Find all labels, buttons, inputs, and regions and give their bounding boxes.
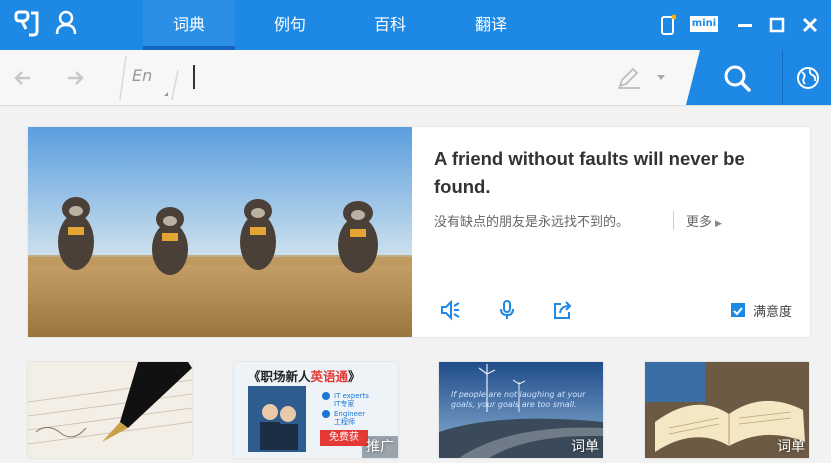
search-input[interactable]	[186, 60, 606, 96]
thumbnail-card-book[interactable]: 词单	[645, 362, 809, 458]
motivational-quote: If people are not laughing at your goals…	[451, 390, 586, 409]
close-icon[interactable]	[799, 14, 821, 36]
search-button[interactable]	[686, 50, 782, 105]
globe-icon	[797, 67, 819, 89]
thumbnail-tag: 词单	[571, 439, 599, 455]
more-link[interactable]: 更多 ▶	[673, 211, 722, 230]
tab-translate[interactable]: 翻译	[445, 0, 537, 50]
ad-label: 工程师	[334, 418, 355, 426]
thumbnail-tag: 词单	[777, 439, 805, 455]
tab-dictionary[interactable]: 词典	[143, 0, 235, 50]
thumbnail-card-ad[interactable]: 《职场新人英语通》 IT experts IT专家 Engineer 工程师 免…	[234, 362, 398, 458]
pen-icon[interactable]	[616, 66, 642, 90]
dropdown-arrow-icon[interactable]	[656, 74, 666, 82]
text-cursor	[193, 65, 195, 89]
share-icon[interactable]	[552, 299, 574, 321]
fountain-pen-image	[28, 362, 192, 458]
speaker-icon[interactable]	[439, 299, 461, 321]
globe-button[interactable]	[782, 50, 831, 105]
tab-examples[interactable]: 例句	[244, 0, 336, 50]
quote-chinese: 没有缺点的朋友是永远找不到的。	[434, 215, 630, 230]
more-link-label: 更多	[686, 215, 713, 230]
phone-icon[interactable]	[660, 14, 676, 36]
user-icon[interactable]	[54, 10, 78, 36]
forward-arrow-icon[interactable]	[64, 67, 86, 89]
daily-sentence-card: A friend without faults will never be fo…	[28, 127, 810, 337]
satisfaction-label: 满意度	[753, 305, 793, 320]
back-arrow-icon[interactable]	[12, 67, 34, 89]
dogs-running-photo	[28, 127, 412, 337]
chevron-right-icon: ▶	[715, 219, 722, 229]
mini-mode-button[interactable]: mini	[690, 16, 718, 32]
maximize-icon[interactable]	[766, 14, 788, 36]
thumbnail-card-road[interactable]: If people are not laughing at your goals…	[439, 362, 603, 458]
thumbnail-card-pen[interactable]	[28, 362, 192, 458]
logo-icon	[14, 10, 39, 37]
source-language-label: En	[132, 66, 153, 85]
title-bar: 词典 例句 百科 翻译 mini	[0, 0, 831, 50]
thumbnail-tag: 推广	[366, 439, 394, 455]
ad-free-button[interactable]: 免费获	[320, 430, 368, 446]
microphone-icon[interactable]	[496, 299, 518, 321]
minimize-icon[interactable]	[734, 14, 756, 36]
ad-title: 《职场新人英语通》	[248, 369, 361, 384]
tab-encyclopedia[interactable]: 百科	[344, 0, 436, 50]
ad-label: IT专家	[334, 400, 355, 408]
ad-label: Engineer	[334, 410, 366, 418]
ad-label: IT experts	[334, 392, 369, 400]
checkbox-checked-icon	[731, 303, 745, 317]
quote-english: A friend without faults will never be fo…	[434, 148, 745, 197]
